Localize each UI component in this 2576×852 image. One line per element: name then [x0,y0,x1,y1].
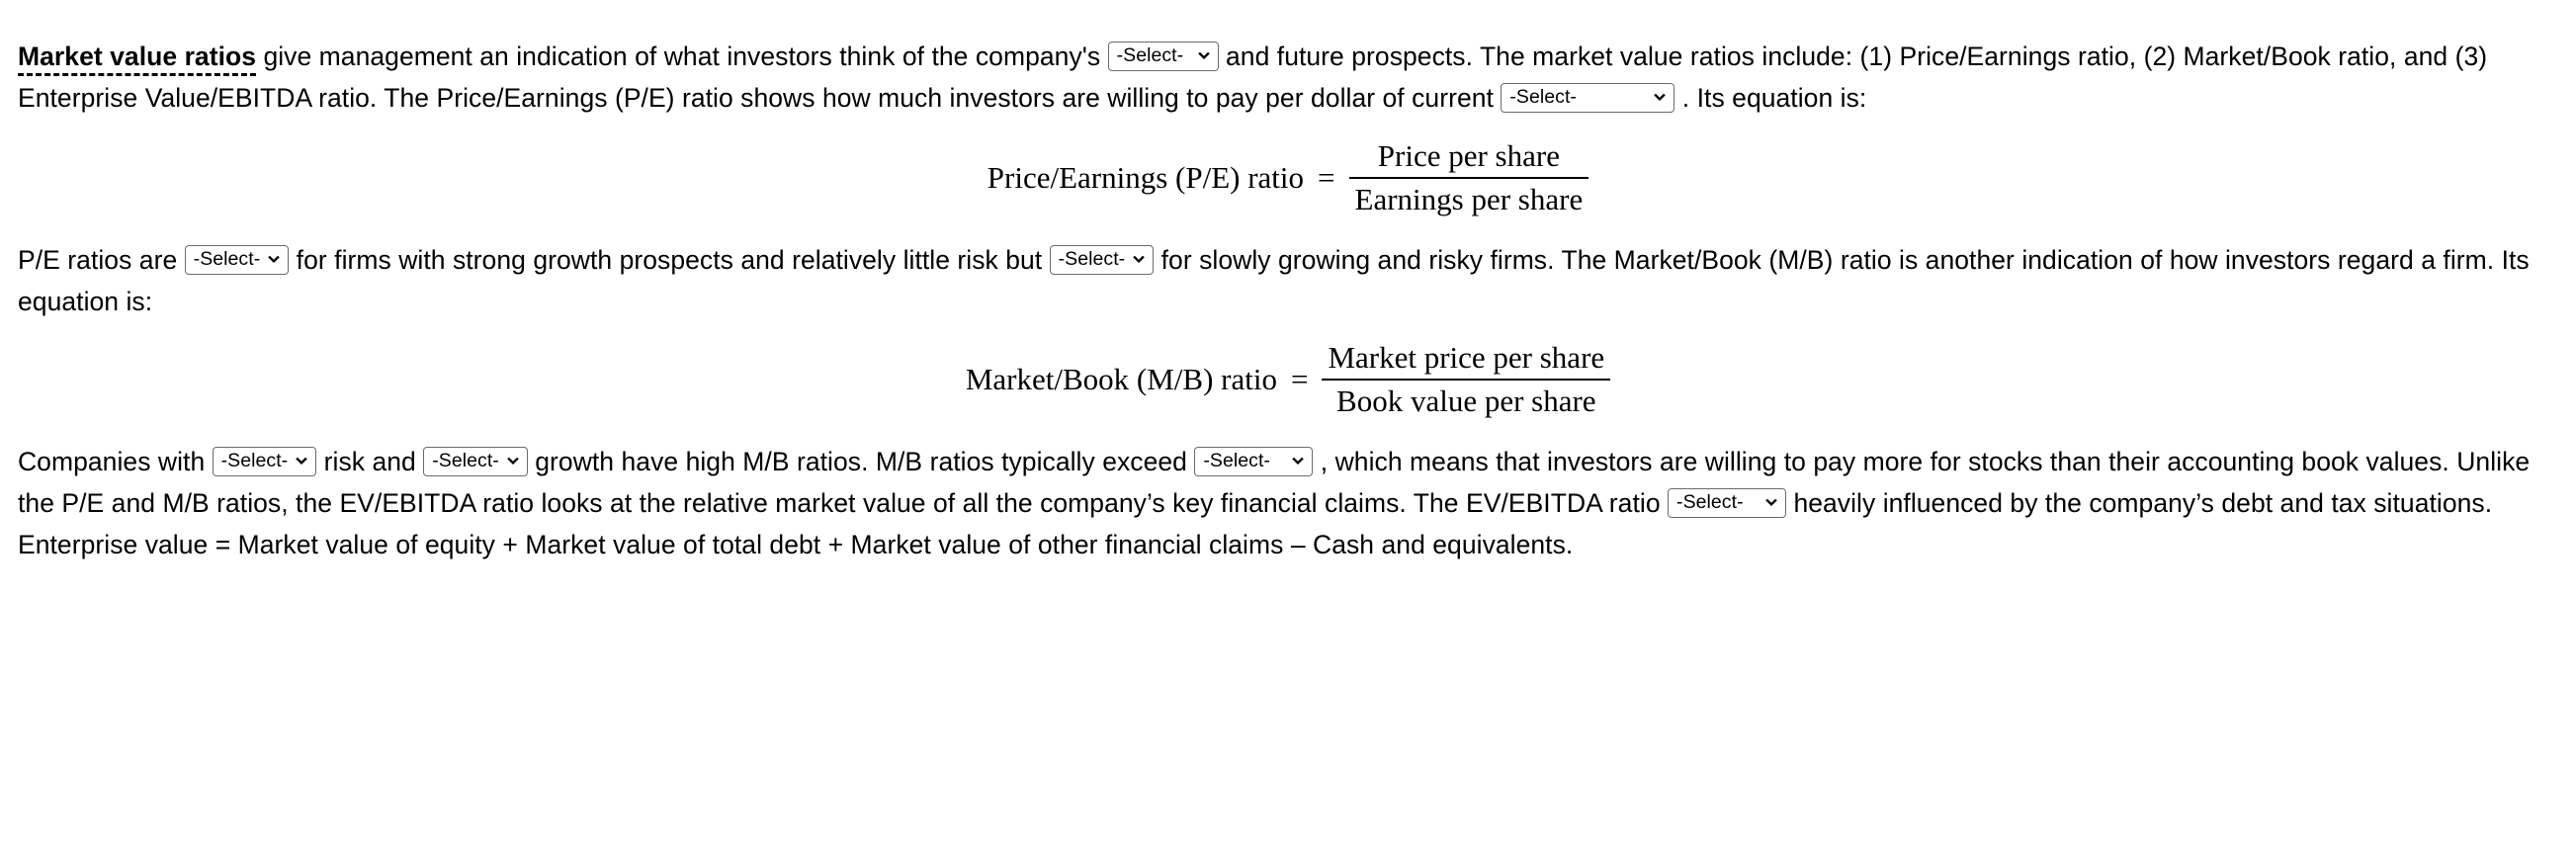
paragraph1-text-c: . Its equation is: [1674,83,1867,113]
select-current-earnings-label: -Select- [1509,86,1577,109]
select-company-outlook[interactable]: -Select- [1107,42,1219,71]
paragraph-enterprise-value: Enterprise value = Market value of equit… [18,530,1574,559]
chevron-down-icon [1764,497,1778,509]
formula-market-book-lhs: Market/Book (M/B) ratio [965,362,1277,396]
formula-price-earnings-row: Price/Earnings (P/E) ratio = Price per s… [987,138,1589,217]
chevron-down-icon [295,456,308,468]
paragraph3-text-c: growth have high M/B ratios. M/B ratios … [527,447,1195,476]
paragraph3-text-e: heavily influenced by the company’s debt… [1786,488,2493,518]
key-term-market-value-ratios: Market value ratios [18,42,257,76]
formula-price-earnings: Price/Earnings (P/E) ratio = Price per s… [18,138,2558,217]
select-ev-ebitda-influence[interactable]: -Select- [1668,488,1787,518]
select-ev-ebitda-influence-label: -Select- [1676,491,1744,514]
select-company-outlook-label: -Select- [1116,44,1184,67]
chevron-down-icon [1653,92,1667,104]
select-mb-threshold-label: -Select- [1203,450,1270,472]
chevron-down-icon [1132,254,1146,266]
chevron-down-icon [506,456,520,468]
paragraph3-text-b: risk and [316,447,424,476]
formula-price-earnings-lhs: Price/Earnings (P/E) ratio [987,160,1305,195]
select-pe-high-low-label: -Select- [193,248,261,271]
select-pe-low-high[interactable]: -Select- [1049,245,1155,275]
chevron-down-icon [267,254,281,266]
formula-market-book-row: Market/Book (M/B) ratio = Market price p… [965,340,1611,419]
select-pe-low-high-label: -Select- [1058,248,1126,271]
select-risk-level-label: -Select- [220,450,289,472]
paragraph2-text-b: for firms with strong growth prospects a… [289,245,1050,275]
exercise-page: Market value ratios give management an i… [0,0,2576,565]
formula-market-book: Market/Book (M/B) ratio = Market price p… [18,340,2558,419]
paragraph1-text-a: give management an indication of what in… [256,42,1108,71]
chevron-down-icon [1291,456,1305,468]
select-growth-level-label: -Select- [432,450,499,472]
formula-price-earnings-equals: = [1318,160,1335,195]
formula-price-earnings-fraction: Price per share Earnings per share [1348,138,1589,217]
select-growth-level[interactable]: -Select- [423,447,528,476]
paragraph-companies-mb-ratios: Companies with -Select- risk and -Select… [18,441,2558,524]
formula-market-book-fraction: Market price per share Book value per sh… [1322,340,1611,419]
formula-price-earnings-numerator: Price per share [1377,138,1560,173]
formula-market-book-denominator: Book value per share [1322,379,1611,419]
chevron-down-icon [1197,50,1211,62]
paragraph3-text-a: Companies with [18,447,213,476]
paragraph-pe-ratios: P/E ratios are -Select- for firms with s… [18,239,2558,322]
paragraph2-text-a: P/E ratios are [18,245,185,275]
formula-market-book-numerator: Market price per share [1328,340,1605,375]
paragraph-market-value-ratios: Market value ratios give management an i… [18,36,2558,119]
formula-market-book-equals: = [1290,362,1309,396]
select-mb-threshold[interactable]: -Select- [1194,447,1314,476]
select-current-earnings[interactable]: -Select- [1501,83,1675,113]
select-risk-level[interactable]: -Select- [212,447,317,476]
select-pe-high-low[interactable]: -Select- [184,245,290,275]
formula-price-earnings-denominator: Earnings per share [1348,177,1589,217]
